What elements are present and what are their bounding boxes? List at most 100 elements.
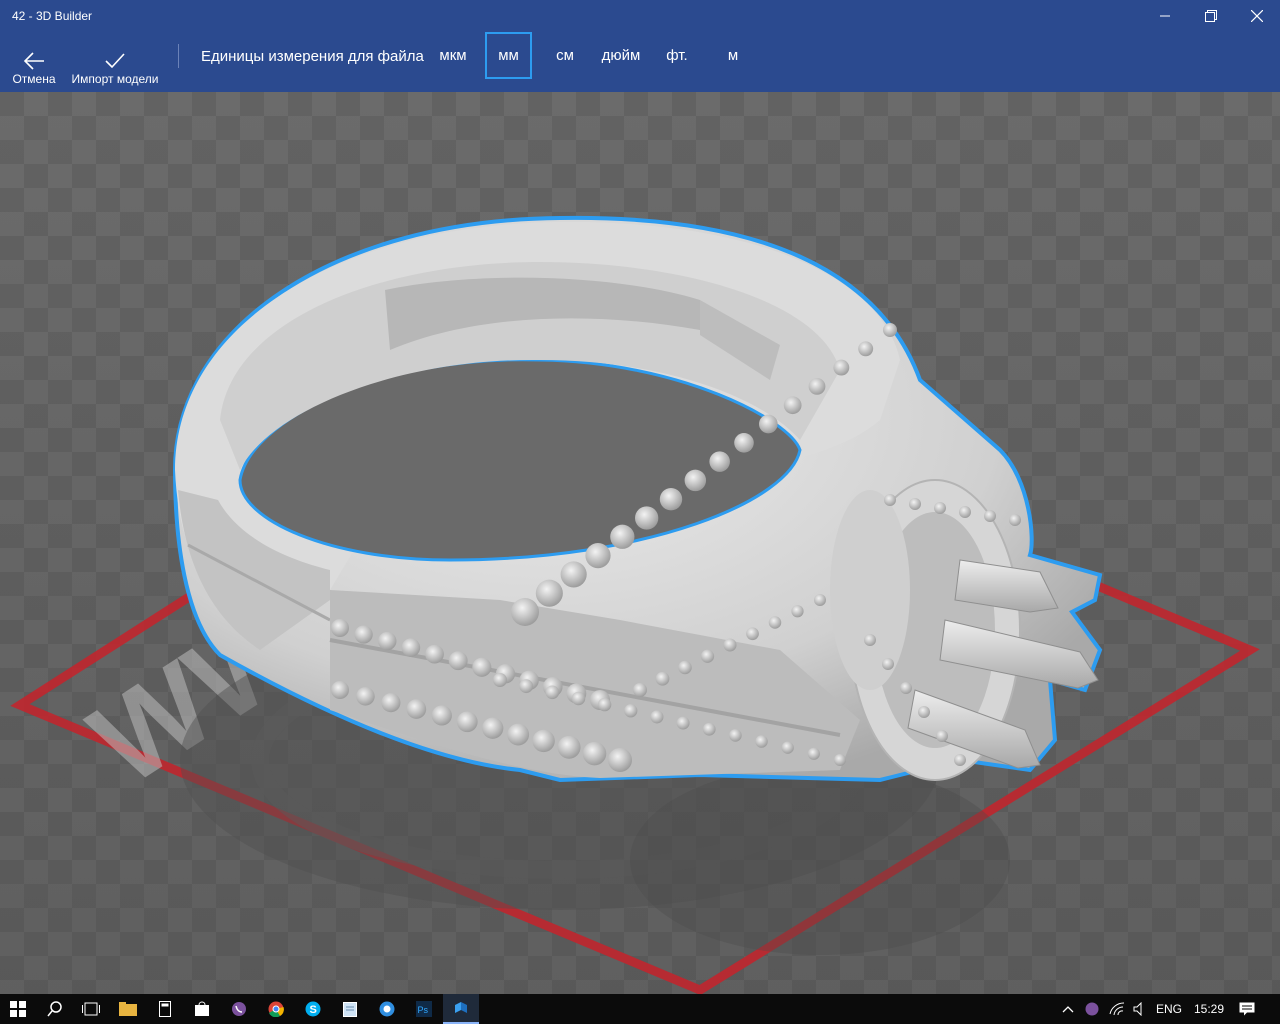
bead bbox=[734, 433, 754, 453]
bead bbox=[700, 649, 715, 663]
taskbar-3d-builder[interactable] bbox=[443, 994, 479, 1024]
tray-volume[interactable] bbox=[1130, 994, 1150, 1024]
bead bbox=[597, 697, 612, 712]
bead bbox=[655, 671, 670, 686]
checkmark-icon bbox=[105, 53, 125, 69]
bead bbox=[918, 706, 930, 718]
task-view-button[interactable] bbox=[73, 994, 109, 1024]
tray-clock[interactable]: 15:29 bbox=[1190, 994, 1228, 1024]
bead bbox=[959, 506, 971, 518]
unit-inch[interactable]: дюйм bbox=[596, 32, 646, 79]
bead bbox=[571, 691, 586, 706]
bead bbox=[1009, 514, 1021, 526]
bead bbox=[833, 359, 850, 376]
3d-builder-icon bbox=[455, 1002, 467, 1013]
taskbar-photoshop[interactable]: Ps bbox=[406, 994, 442, 1024]
bead bbox=[535, 579, 563, 607]
bead bbox=[709, 451, 730, 472]
unit-meter[interactable]: м bbox=[710, 32, 756, 79]
tray-viber[interactable] bbox=[1082, 994, 1102, 1024]
bead bbox=[331, 619, 349, 637]
bead bbox=[472, 657, 492, 677]
bead bbox=[834, 754, 846, 766]
restore-button[interactable] bbox=[1188, 0, 1234, 32]
taskbar: S Ps ENG 15:29 bbox=[0, 994, 1280, 1024]
taskbar-store[interactable] bbox=[184, 994, 220, 1024]
unit-centimeter[interactable]: см bbox=[542, 32, 588, 79]
window-title: 42 - 3D Builder bbox=[12, 9, 93, 23]
3d-viewport[interactable]: WW bbox=[0, 92, 1280, 994]
taskbar-viber[interactable] bbox=[221, 994, 257, 1024]
calculator-icon bbox=[159, 1001, 171, 1017]
bead bbox=[781, 741, 794, 754]
show-hidden-icons-button[interactable] bbox=[1058, 994, 1078, 1024]
back-arrow-icon bbox=[23, 52, 44, 70]
bead bbox=[650, 710, 664, 724]
chrome-icon bbox=[268, 1001, 284, 1017]
tray-language[interactable]: ENG bbox=[1152, 994, 1186, 1024]
import-model-label: Импорт модели bbox=[71, 72, 159, 86]
bead bbox=[702, 722, 716, 736]
restore-icon bbox=[1205, 10, 1217, 22]
bead bbox=[954, 754, 966, 766]
viber-icon bbox=[232, 1002, 246, 1016]
start-button[interactable] bbox=[0, 994, 36, 1024]
bead bbox=[808, 378, 826, 395]
taskbar-skype[interactable]: S bbox=[295, 994, 331, 1024]
bead bbox=[482, 717, 504, 739]
bead bbox=[768, 616, 782, 629]
bead bbox=[557, 735, 581, 759]
bead bbox=[381, 693, 401, 713]
cancel-label: Отмена bbox=[12, 72, 56, 86]
unit-micrometer[interactable]: мкм bbox=[430, 32, 476, 79]
taskbar-file-explorer[interactable] bbox=[110, 994, 146, 1024]
minimize-button[interactable] bbox=[1142, 0, 1188, 32]
tray-network[interactable] bbox=[1106, 994, 1128, 1024]
bead bbox=[633, 683, 647, 697]
title-bar: 42 - 3D Builder bbox=[0, 0, 1280, 32]
import-model-button[interactable]: Импорт модели bbox=[68, 32, 162, 92]
bead bbox=[635, 506, 659, 530]
scene-svg: WW bbox=[10, 215, 1260, 994]
bead bbox=[354, 625, 373, 644]
bead bbox=[493, 673, 507, 687]
bead bbox=[532, 729, 555, 753]
unit-foot[interactable]: фт. bbox=[655, 32, 699, 79]
bead bbox=[610, 524, 635, 549]
store-icon bbox=[195, 1001, 209, 1016]
notification-icon bbox=[1239, 1002, 1255, 1016]
search-icon bbox=[47, 1001, 62, 1017]
bead bbox=[814, 594, 826, 606]
blue-circle-app-icon bbox=[379, 1001, 395, 1017]
bead bbox=[448, 651, 468, 671]
taskbar-chrome[interactable] bbox=[258, 994, 294, 1024]
bead bbox=[934, 502, 946, 514]
svg-text:Ps: Ps bbox=[418, 1005, 429, 1015]
bead bbox=[729, 729, 742, 742]
bead bbox=[746, 627, 759, 641]
bead bbox=[936, 730, 948, 742]
viber-tray-icon bbox=[1085, 1002, 1099, 1016]
bead bbox=[545, 685, 560, 700]
taskbar-app-blue[interactable] bbox=[369, 994, 405, 1024]
task-view-icon bbox=[82, 1002, 100, 1016]
cancel-button[interactable]: Отмена bbox=[8, 32, 60, 92]
close-button[interactable] bbox=[1234, 0, 1280, 32]
bead bbox=[608, 748, 632, 772]
bead bbox=[684, 469, 707, 492]
units-label: Единицы измерения для файла bbox=[201, 48, 424, 65]
skype-icon: S bbox=[305, 1001, 321, 1017]
ring-model[interactable] bbox=[172, 215, 1103, 783]
folder-icon bbox=[119, 1002, 137, 1016]
action-center-button[interactable] bbox=[1234, 994, 1260, 1024]
bead bbox=[791, 605, 804, 618]
bead bbox=[883, 323, 897, 337]
taskbar-notepad[interactable] bbox=[332, 994, 368, 1024]
bead bbox=[507, 723, 530, 746]
search-button[interactable] bbox=[37, 994, 73, 1024]
bead bbox=[511, 598, 539, 626]
unit-millimeter[interactable]: мм bbox=[485, 32, 532, 79]
bead bbox=[864, 634, 876, 646]
taskbar-calculator[interactable] bbox=[147, 994, 183, 1024]
bead bbox=[678, 660, 692, 675]
